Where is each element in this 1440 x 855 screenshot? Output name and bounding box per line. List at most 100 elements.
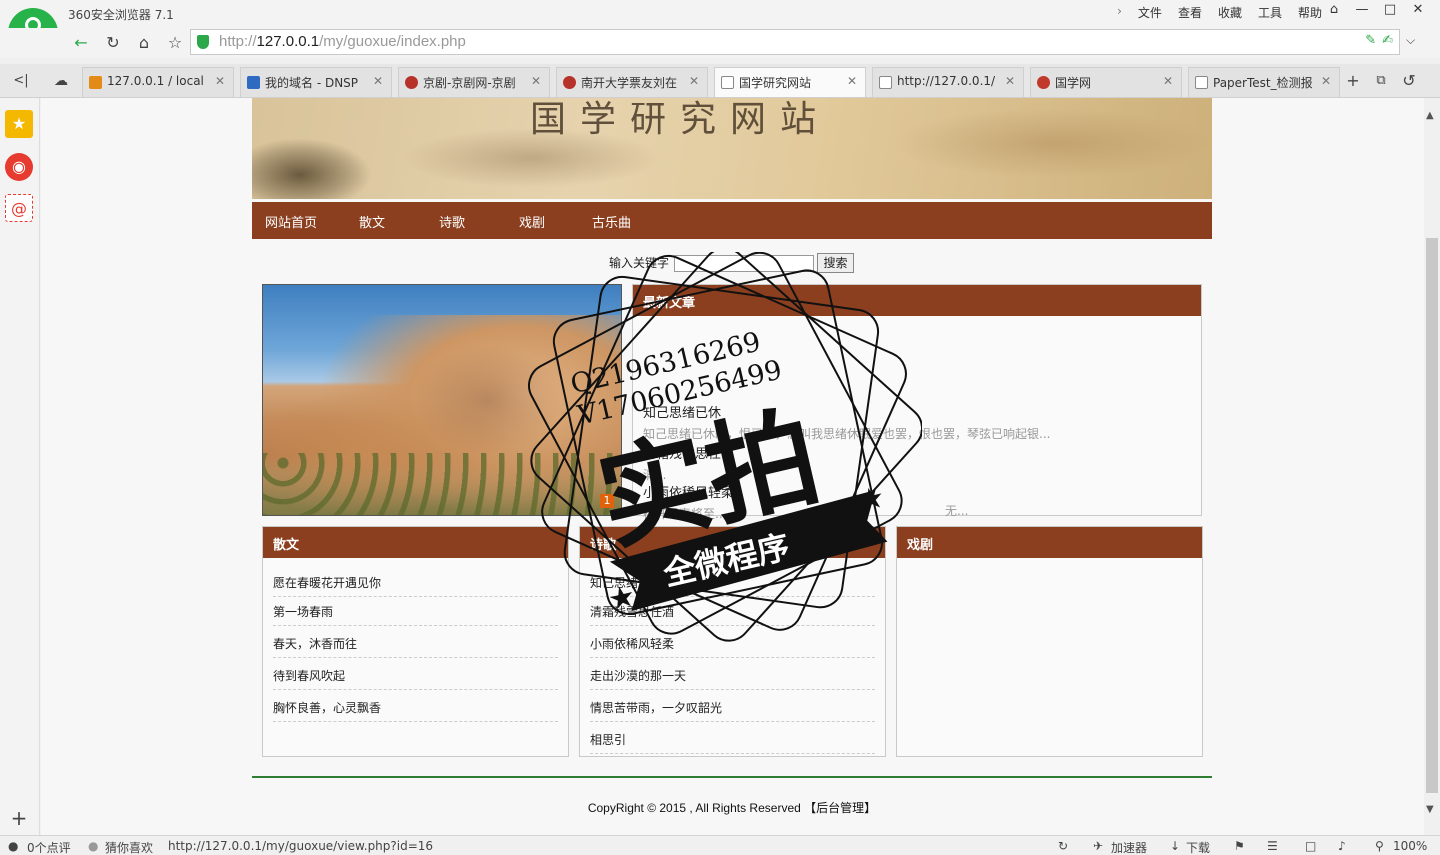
tab-localhost[interactable]: http://127.0.0.1/ ✕ <box>872 67 1024 97</box>
slide-index[interactable]: 1 <box>600 494 614 508</box>
menu-favorites[interactable]: 收藏 <box>1210 4 1250 21</box>
list-item[interactable]: 情思苦带雨，一夕叹韶光 <box>590 699 875 722</box>
menu-tools[interactable]: 工具 <box>1250 4 1290 21</box>
nav-drama[interactable]: 戏剧 <box>519 212 545 231</box>
list-item[interactable]: 待到春风吹起 <box>273 667 558 690</box>
vertical-scrollbar[interactable]: ▲ ▼ <box>1424 98 1440 835</box>
menu-file[interactable]: 文件 <box>1130 4 1170 21</box>
section-title: 诗歌 <box>580 527 885 558</box>
zoom-icon[interactable]: ⚲ <box>1375 839 1384 853</box>
undo-close-icon[interactable]: ↺ <box>1398 70 1420 92</box>
add-sidebar-icon[interactable]: + <box>5 804 33 832</box>
nav-ancient-music[interactable]: 古乐曲 <box>592 212 631 231</box>
list-item[interactable]: 愿在春暖花开遇见你 <box>273 574 558 597</box>
comments-count[interactable]: 0个点评 <box>27 839 71 855</box>
tab-guoxuewang[interactable]: 国学网 ✕ <box>1030 67 1182 97</box>
back-arrow-icon[interactable]: ← <box>70 32 92 54</box>
favorites-star-icon[interactable]: ★ <box>5 110 33 138</box>
accelerator-icon[interactable]: ✈ <box>1093 839 1103 853</box>
tab-guoxue-active[interactable]: 国学研究网站 ✕ <box>714 67 866 97</box>
list-item[interactable]: 清霜残雪思任 清... <box>643 443 721 483</box>
tab-close-icon[interactable]: ✕ <box>689 74 699 88</box>
tab-jingju[interactable]: 京剧-京剧网-京剧 ✕ <box>398 67 550 97</box>
tab-phpmyadmin[interactable]: 127.0.0.1 / local ✕ <box>82 67 234 97</box>
home-icon[interactable]: ⌂ <box>133 32 155 54</box>
list-item[interactable]: 走出沙漠的那一天 <box>590 667 875 690</box>
list-item[interactable]: 第一场春雨 <box>273 603 558 626</box>
maximize-button[interactable]: □ <box>1376 2 1404 17</box>
page-icon <box>1195 76 1208 89</box>
search-button[interactable]: 搜索 <box>817 253 854 273</box>
accelerator-label[interactable]: 加速器 <box>1111 839 1147 855</box>
search-input[interactable] <box>674 255 814 272</box>
news-icon[interactable]: ☰ <box>1267 839 1278 853</box>
close-window-button[interactable]: ✕ <box>1404 2 1432 17</box>
zoom-level[interactable]: 100% <box>1393 839 1427 853</box>
sound-icon[interactable]: ♪ <box>1338 839 1346 853</box>
star-icon[interactable]: ☆ <box>164 32 186 54</box>
section-title: 散文 <box>263 527 568 558</box>
list-item[interactable]: 春天，沐香而往 <box>273 635 558 658</box>
menu-expand-icon[interactable]: › <box>1109 4 1130 21</box>
scroll-down-icon[interactable]: ▼ <box>1426 804 1434 815</box>
list-item[interactable]: 相思引 <box>590 731 875 754</box>
translate-icon[interactable]: ✍ <box>1382 33 1393 48</box>
skin-icon[interactable]: ⌂ <box>1320 2 1348 17</box>
tab-close-icon[interactable]: ✕ <box>215 74 225 88</box>
history-icon[interactable]: ↻ <box>1058 839 1068 853</box>
menu-view[interactable]: 查看 <box>1170 4 1210 21</box>
list-item[interactable]: 胸怀良善，心灵飘香 <box>273 699 558 722</box>
nav-prose[interactable]: 散文 <box>359 212 385 231</box>
tab-papertest[interactable]: PaperTest_检测报 ✕ <box>1188 67 1340 97</box>
nav-poetry[interactable]: 诗歌 <box>439 212 465 231</box>
section-title: 戏剧 <box>897 527 1202 558</box>
mail-icon[interactable]: @ <box>5 194 33 222</box>
site-banner: 国学研究网站 <box>252 98 1212 199</box>
list-item[interactable]: 知己思绪已休 知己思绪已休眠，恨已怨，怎叫我思绪休眠爱也罢，恨也罢，琴弦已响起银… <box>643 402 1050 442</box>
scroll-thumb[interactable] <box>1426 238 1438 793</box>
tab-close-icon[interactable]: ✕ <box>1321 74 1331 88</box>
guess-icon: ● <box>88 839 99 853</box>
tab-close-icon[interactable]: ✕ <box>847 74 857 88</box>
page-icon <box>721 76 734 89</box>
guess-you-like[interactable]: 猜你喜欢 <box>105 839 153 855</box>
section-prose: 散文 愿在春暖花开遇见你 第一场春雨 春天，沐香而往 待到春风吹起 胸怀良善，心… <box>262 526 569 757</box>
tab-bar: <| ☁ 127.0.0.1 / local ✕ 我的域名 - DNSP ✕ 京… <box>0 64 1440 98</box>
nav-home[interactable]: 网站首页 <box>265 212 317 231</box>
menu-bar: › 文件 查看 收藏 工具 帮助 <box>1109 4 1330 21</box>
download-icon[interactable]: ↓ <box>1170 839 1180 853</box>
cloud-icon[interactable]: ☁ <box>50 70 72 92</box>
flag-icon[interactable]: ⚑ <box>1234 839 1245 853</box>
download-label[interactable]: 下载 <box>1186 839 1210 855</box>
sidebar-toggle-icon[interactable]: <| <box>10 70 32 92</box>
tab-nankai[interactable]: 南开大学票友刘在 ✕ <box>556 67 708 97</box>
window-icon[interactable]: □ <box>1305 839 1316 853</box>
list-item[interactable]: 小雨依稀风轻柔 梅开尽春将至... <box>643 482 734 522</box>
list-item[interactable]: 知己思绪已休眠 <box>590 574 875 597</box>
security-shield-icon <box>197 35 209 49</box>
refresh-icon[interactable]: ↻ <box>102 32 124 54</box>
tab-close-icon[interactable]: ✕ <box>373 74 383 88</box>
comment-icon[interactable]: ● <box>8 839 18 853</box>
nankai-icon <box>563 76 576 89</box>
admin-link[interactable]: 【后台管理】 <box>804 801 876 815</box>
tab-close-icon[interactable]: ✕ <box>531 74 541 88</box>
tab-list-icon[interactable]: ⧉ <box>1370 70 1392 92</box>
address-actions: ✎ ✍ <box>1365 33 1393 48</box>
tab-dnspod[interactable]: 我的域名 - DNSP ✕ <box>240 67 392 97</box>
address-bar[interactable]: http://127.0.0.1/my/guoxue/index.php ✎ ✍ <box>190 29 1400 55</box>
address-dropdown-icon[interactable]: ⌵ <box>1406 33 1415 48</box>
list-item[interactable]: 清霜残雪思任酒 <box>590 603 875 626</box>
minimize-button[interactable]: — <box>1348 2 1376 17</box>
list-item[interactable]: 小雨依稀风轻柔 <box>590 635 875 658</box>
tab-close-icon[interactable]: ✕ <box>1005 74 1015 88</box>
edit-icon[interactable]: ✎ <box>1365 33 1376 48</box>
new-tab-icon[interactable]: + <box>1342 70 1364 92</box>
section-drama: 戏剧 <box>896 526 1203 757</box>
scroll-up-icon[interactable]: ▲ <box>1426 110 1434 121</box>
weibo-icon[interactable]: ◉ <box>5 153 33 181</box>
tab-close-icon[interactable]: ✕ <box>1163 74 1173 88</box>
url-text[interactable]: http://127.0.0.1/my/guoxue/index.php <box>219 33 466 50</box>
window-controls: ⌂ — □ ✕ <box>1320 2 1432 17</box>
slideshow-photo[interactable]: 1 <box>262 284 622 516</box>
